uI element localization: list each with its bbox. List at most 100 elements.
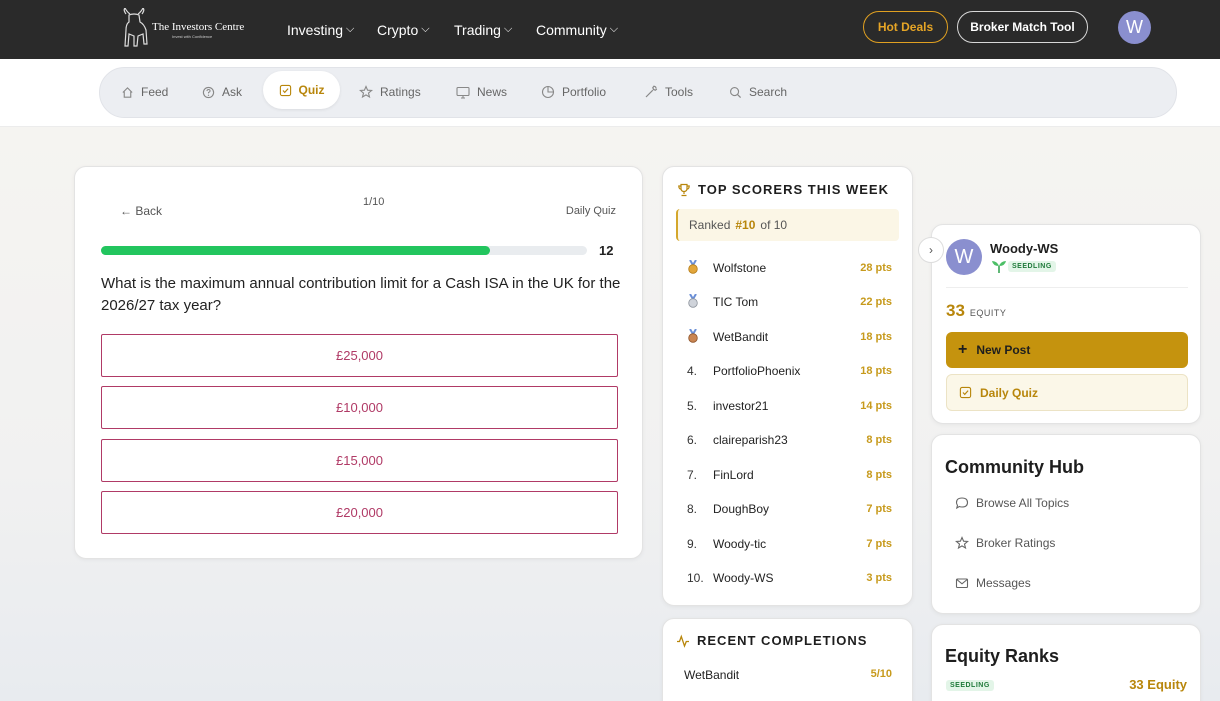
user-avatar[interactable]: W xyxy=(1118,11,1151,44)
subnav-tools[interactable]: Tools xyxy=(644,80,693,104)
bronze-medal-icon xyxy=(687,328,713,346)
profile-name[interactable]: Woody-WS xyxy=(990,241,1058,256)
top-scorers-title: TOP SCORERS THIS WEEK xyxy=(677,182,889,197)
nav-investing-label: Investing xyxy=(287,21,344,38)
answer-option[interactable]: £20,000 xyxy=(101,491,618,534)
scorer-name: investor21 xyxy=(713,399,769,413)
subnav-pill xyxy=(99,67,1177,118)
nav-community-label: Community xyxy=(536,21,607,38)
profile-card: W Woody-WS SEEDLING 33 EQUITY + New Post… xyxy=(931,224,1201,424)
tier-badge: SEEDLING xyxy=(946,680,994,691)
scorer-points: 7 pts xyxy=(866,538,892,550)
nav-crypto[interactable]: Crypto ⌵ xyxy=(377,0,430,59)
completion-row[interactable]: WetBandit 5/10 xyxy=(684,668,892,682)
scorer-name: Woody-tic xyxy=(713,537,767,551)
scorer-rank: 10. xyxy=(687,571,704,585)
bull-logo-icon xyxy=(123,8,148,47)
subnav-ask[interactable]: Ask xyxy=(202,80,242,104)
scorer-name: DoughBoy xyxy=(713,502,770,516)
chevron-down-icon: ⌵ xyxy=(503,23,513,35)
ranked-value: #10 xyxy=(735,218,756,232)
question-icon xyxy=(202,86,215,98)
answer-option[interactable]: £10,000 xyxy=(101,386,618,429)
completion-score: 5/10 xyxy=(870,668,892,680)
scorer-points: 7 pts xyxy=(866,503,892,515)
star-icon xyxy=(955,536,969,550)
community-subnav-bar: Feed Ask Quiz Ratings News Portfolio Too… xyxy=(0,59,1220,127)
chevron-right-icon[interactable]: › xyxy=(918,237,944,263)
brand-tagline: Invest with Confidence xyxy=(172,34,213,39)
scorer-row[interactable]: 7. FinLord 8 pts xyxy=(687,465,892,485)
completion-name: WetBandit xyxy=(684,668,740,682)
back-link[interactable]: ← Back xyxy=(120,204,162,218)
scorer-row[interactable]: TIC Tom 22 pts xyxy=(687,292,892,312)
mail-icon xyxy=(955,578,969,589)
scorer-row[interactable]: 4. PortfolioPhoenix 18 pts xyxy=(687,361,892,381)
scorer-name: PortfolioPhoenix xyxy=(713,364,801,378)
recent-completions-card: RECENT COMPLETIONS WetBandit 5/10 xyxy=(662,618,913,701)
equity-label: EQUITY xyxy=(969,308,1007,318)
scorer-points: 8 pts xyxy=(866,434,892,446)
divider xyxy=(946,287,1188,288)
hub-item-label: Browse All Topics xyxy=(976,496,1070,510)
scorer-rank: 7. xyxy=(687,468,698,482)
hub-browse-topics[interactable]: Browse All Topics xyxy=(955,496,1069,510)
subnav-ratings[interactable]: Ratings xyxy=(359,80,421,104)
subnav-search-label: Search xyxy=(749,85,788,99)
equity-ranks-card: Equity Ranks SEEDLING 33 Equity xyxy=(931,624,1201,701)
scorer-name: TIC Tom xyxy=(713,295,759,309)
subnav-news[interactable]: News xyxy=(456,80,507,104)
chat-bubble-icon xyxy=(955,497,969,510)
scorer-row[interactable]: 6. claireparish23 8 pts xyxy=(687,430,892,450)
nav-investing[interactable]: Investing ⌵ xyxy=(287,0,354,59)
broker-match-tool-button[interactable]: Broker Match Tool xyxy=(957,11,1088,43)
scorer-rank: 4. xyxy=(687,364,698,378)
answer-option[interactable]: £15,000 xyxy=(101,439,618,482)
subnav-search[interactable]: Search xyxy=(729,80,787,104)
hot-deals-button[interactable]: Hot Deals xyxy=(863,11,948,43)
timer-seconds: 12 xyxy=(599,243,614,258)
scorer-row[interactable]: 5. investor21 14 pts xyxy=(687,396,892,416)
question-text: What is the maximum annual contribution … xyxy=(101,275,621,314)
ranked-prefix: Ranked xyxy=(689,218,731,232)
scorer-points: 18 pts xyxy=(860,331,892,343)
profile-tier: SEEDLING xyxy=(990,259,1056,273)
chevron-down-icon: ⌵ xyxy=(609,23,619,35)
hub-broker-ratings[interactable]: Broker Ratings xyxy=(955,536,1055,550)
scorer-name: claireparish23 xyxy=(713,433,788,447)
scorer-row[interactable]: 8. DoughBoy 7 pts xyxy=(687,499,892,519)
scorer-points: 18 pts xyxy=(860,365,892,377)
scorer-row[interactable]: 10. Woody-WS 3 pts xyxy=(687,568,892,588)
subnav-feed-label: Feed xyxy=(141,85,169,99)
scorer-row[interactable]: 9. Woody-tic 7 pts xyxy=(687,534,892,554)
subnav-quiz[interactable]: Quiz xyxy=(263,71,340,109)
star-icon xyxy=(359,85,373,99)
scorer-row[interactable]: Wolfstone 28 pts xyxy=(687,258,892,278)
nav-community[interactable]: Community ⌵ xyxy=(536,0,618,59)
timer-progress-fill xyxy=(101,246,490,255)
profile-avatar[interactable]: W xyxy=(946,239,982,275)
scorer-rank: 6. xyxy=(687,433,698,447)
top-scorers-title-text: TOP SCORERS THIS WEEK xyxy=(698,182,889,197)
scorer-points: 22 pts xyxy=(860,296,892,308)
equity-display: 33 EQUITY xyxy=(946,301,1006,321)
subnav-feed[interactable]: Feed xyxy=(121,80,168,104)
daily-quiz-button[interactable]: Daily Quiz xyxy=(946,374,1188,411)
site-logo[interactable]: The Investors Centre Invest with Confide… xyxy=(120,8,250,50)
equity-value: 33 xyxy=(946,301,965,320)
answer-option[interactable]: £25,000 xyxy=(101,334,618,377)
equity-ranks-title: Equity Ranks xyxy=(945,646,1060,666)
trophy-icon xyxy=(678,183,690,196)
equity-rank-value: 33 Equity xyxy=(1129,677,1187,692)
scorer-name: FinLord xyxy=(713,468,754,482)
new-post-button[interactable]: + New Post xyxy=(946,332,1188,368)
chevron-down-icon: ⌵ xyxy=(421,23,430,35)
scorer-row[interactable]: WetBandit 18 pts xyxy=(687,327,892,347)
subnav-portfolio[interactable]: Portfolio xyxy=(541,80,606,104)
subnav-ask-label: Ask xyxy=(222,85,243,99)
hub-messages[interactable]: Messages xyxy=(955,576,1031,590)
community-hub-title: Community Hub xyxy=(945,457,1084,477)
scorer-points: 3 pts xyxy=(866,572,892,584)
nav-trading[interactable]: Trading ⌵ xyxy=(454,0,512,59)
subnav-quiz-label: Quiz xyxy=(298,83,325,97)
